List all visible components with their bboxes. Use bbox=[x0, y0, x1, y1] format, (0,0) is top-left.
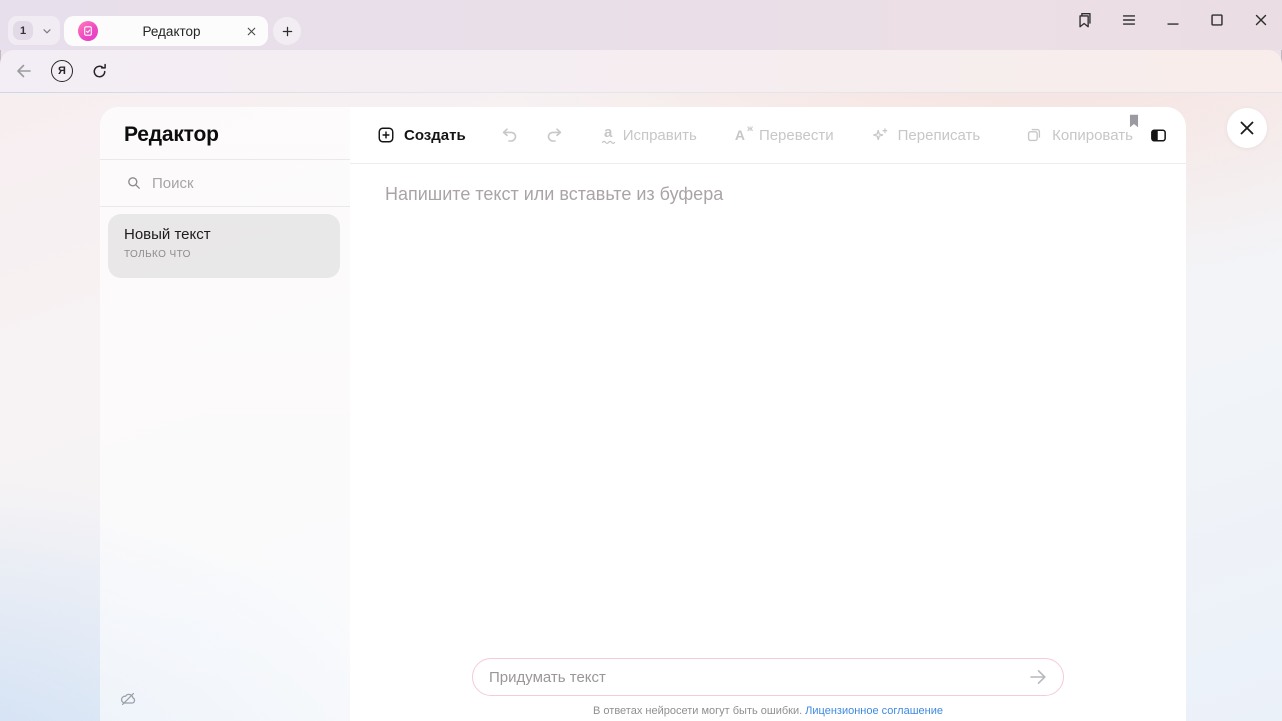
license-link[interactable]: Лицензионное соглашение bbox=[805, 705, 943, 717]
send-arrow-icon[interactable] bbox=[1027, 666, 1049, 688]
document-title: Новый текст bbox=[124, 226, 340, 243]
panel-toggle-icon[interactable] bbox=[1149, 125, 1168, 145]
maximize-icon[interactable] bbox=[1208, 11, 1226, 29]
editor-placeholder[interactable]: Напишите текст или вставьте из буфера bbox=[385, 184, 723, 205]
tab-editor[interactable]: Редактор bbox=[64, 16, 268, 46]
navigation-bar: Я Y neuro-editor Редактор bbox=[0, 50, 1282, 92]
legal-footer: В ответах нейросети могут быть ошибки.Ли… bbox=[350, 705, 1186, 717]
browser-window: 1 Редактор bbox=[0, 0, 1282, 721]
copy-icon bbox=[1024, 125, 1044, 145]
yandex-home-icon[interactable]: Я bbox=[51, 60, 73, 82]
menu-icon[interactable] bbox=[1120, 11, 1138, 29]
editor-main: Создать a Исправить bbox=[350, 107, 1186, 721]
back-icon[interactable] bbox=[14, 61, 34, 81]
translate-button[interactable]: A ж Перевести bbox=[735, 127, 834, 144]
refresh-icon[interactable] bbox=[90, 62, 109, 81]
disclaimer-text: В ответах нейросети могут быть ошибки. bbox=[593, 705, 802, 717]
sidebar-divider bbox=[100, 206, 350, 207]
rewrite-label: Переписать bbox=[898, 127, 981, 144]
cloud-off-icon bbox=[119, 690, 137, 708]
create-button[interactable]: Создать bbox=[376, 125, 466, 145]
editor-favicon-icon bbox=[78, 21, 98, 41]
undo-icon[interactable] bbox=[500, 125, 520, 145]
tab-count-badge: 1 bbox=[13, 21, 33, 40]
translate-glyph-main: A bbox=[735, 127, 745, 143]
copy-button[interactable]: Копировать bbox=[1024, 125, 1133, 145]
close-editor-button[interactable] bbox=[1227, 108, 1267, 148]
prompt-input[interactable] bbox=[489, 669, 1027, 686]
fix-glyph-letter: a bbox=[604, 127, 612, 139]
prompt-bar[interactable] bbox=[472, 658, 1064, 696]
nav-left-controls: Я bbox=[0, 60, 109, 82]
tab-close-icon[interactable] bbox=[245, 25, 258, 38]
tab-counter-button[interactable]: 1 bbox=[8, 16, 60, 45]
window-controls bbox=[1076, 8, 1270, 32]
spellcheck-icon: a bbox=[602, 127, 615, 144]
rewrite-button[interactable]: Переписать bbox=[870, 125, 981, 145]
page-content: Редактор Новый текст только что bbox=[0, 92, 1282, 721]
fix-button[interactable]: a Исправить bbox=[602, 127, 697, 144]
editor-toolbar: Создать a Исправить bbox=[350, 107, 1186, 164]
chevron-down-icon bbox=[41, 25, 53, 37]
copy-label: Копировать bbox=[1052, 127, 1133, 144]
sparkles-icon bbox=[870, 125, 890, 145]
document-timestamp: только что bbox=[124, 249, 340, 260]
translate-glyph-sup: ж bbox=[747, 122, 753, 136]
translate-label: Перевести bbox=[759, 127, 834, 144]
bookmarks-panel-icon[interactable] bbox=[1076, 11, 1094, 29]
plus-square-icon bbox=[376, 125, 396, 145]
close-window-icon[interactable] bbox=[1252, 11, 1270, 29]
editor-app-card: Редактор Новый текст только что bbox=[100, 107, 1186, 721]
search-row bbox=[100, 160, 350, 206]
redo-icon[interactable] bbox=[544, 125, 564, 145]
search-input[interactable] bbox=[152, 175, 322, 192]
sidebar: Редактор Новый текст только что bbox=[100, 107, 350, 721]
tab-bar: 1 Редактор bbox=[0, 0, 1282, 50]
create-label: Создать bbox=[404, 127, 466, 144]
tab-title: Редактор bbox=[98, 24, 245, 39]
fix-label: Исправить bbox=[623, 127, 697, 144]
tab-count: 1 bbox=[20, 25, 26, 37]
new-tab-button[interactable] bbox=[273, 17, 301, 45]
translate-icon: A ж bbox=[735, 128, 745, 142]
document-list-item[interactable]: Новый текст только что bbox=[108, 214, 340, 278]
bookmark-icon[interactable] bbox=[1124, 111, 1144, 131]
app-logo: Редактор bbox=[124, 123, 219, 147]
minimize-icon[interactable] bbox=[1164, 11, 1182, 29]
yandex-glyph: Я bbox=[58, 65, 66, 77]
search-icon bbox=[126, 175, 142, 191]
